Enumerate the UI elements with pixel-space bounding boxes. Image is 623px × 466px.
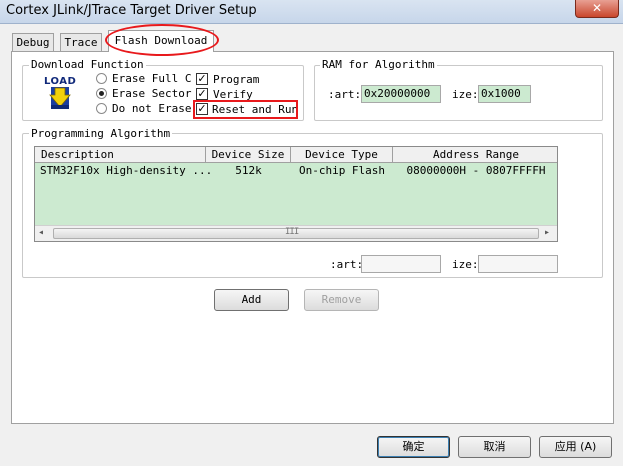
scroll-left-icon[interactable]: ◂ [38, 227, 44, 238]
column-header-device-size[interactable]: Device Size [206, 147, 291, 163]
programming-algorithm-legend: Programming Algorithm [29, 127, 173, 140]
tab-highlight-annotation [105, 24, 219, 56]
algorithm-start-label: :art: [330, 258, 364, 271]
table-cell-address-range: 08000000H - 0807FFFFH [406, 164, 546, 177]
checkbox-program[interactable]: ✓ [196, 73, 208, 85]
table-cell-device-type: On-chip Flash [298, 164, 386, 177]
remove-button[interactable]: Remove [304, 289, 379, 311]
ram-size-label: ize: [452, 88, 479, 101]
radio-erase-full-chip-label: Erase Full C [112, 72, 192, 85]
algorithm-size-input[interactable] [478, 255, 558, 273]
table-cell-device-size: 512k [235, 164, 262, 177]
column-header-address-range[interactable]: Address Range [393, 147, 557, 163]
radio-erase-full-chip[interactable] [96, 73, 107, 84]
column-header-description[interactable]: Description [35, 147, 206, 163]
radio-do-not-erase-label: Do not Erase [112, 102, 192, 115]
checkbox-verify[interactable]: ✓ [196, 88, 208, 100]
scroll-grip-icon: III [285, 227, 299, 237]
ok-button[interactable]: 确定 [377, 436, 450, 458]
ram-start-label: :art: [328, 88, 362, 101]
ram-size-input[interactable]: 0x1000 [478, 85, 531, 103]
scroll-right-icon[interactable]: ▸ [544, 227, 550, 238]
window-title: Cortex JLink/JTrace Target Driver Setup [6, 3, 257, 18]
horizontal-scrollbar[interactable]: ◂ III ▸ [35, 225, 557, 241]
radio-erase-sector-label: Erase Sector [112, 87, 192, 100]
load-icon-label: LOAD [44, 76, 77, 87]
close-icon: ✕ [591, 1, 603, 15]
table-cell-description: STM32F10x High-density ... [40, 164, 213, 177]
column-header-device-type[interactable]: Device Type [291, 147, 393, 163]
radio-do-not-erase[interactable] [96, 103, 107, 114]
algorithm-start-input[interactable] [361, 255, 441, 273]
ram-start-input[interactable]: 0x20000000 [361, 85, 441, 103]
tab-trace[interactable]: Trace [60, 33, 102, 51]
radio-erase-sector[interactable] [96, 88, 107, 99]
algorithm-table: Description Device Size Device Type Addr… [34, 146, 558, 242]
apply-button[interactable]: 应用 (A) [539, 436, 612, 458]
checkbox-program-label: Program [213, 73, 260, 86]
algorithm-size-label: ize: [452, 258, 479, 271]
ram-for-algorithm-legend: RAM for Algorithm [320, 58, 437, 71]
reset-and-run-highlight-annotation [193, 100, 298, 119]
close-button[interactable]: ✕ [575, 0, 619, 18]
add-button[interactable]: Add [214, 289, 289, 311]
cancel-button[interactable]: 取消 [458, 436, 531, 458]
tab-debug[interactable]: Debug [12, 33, 54, 51]
download-function-legend: Download Function [29, 58, 146, 71]
